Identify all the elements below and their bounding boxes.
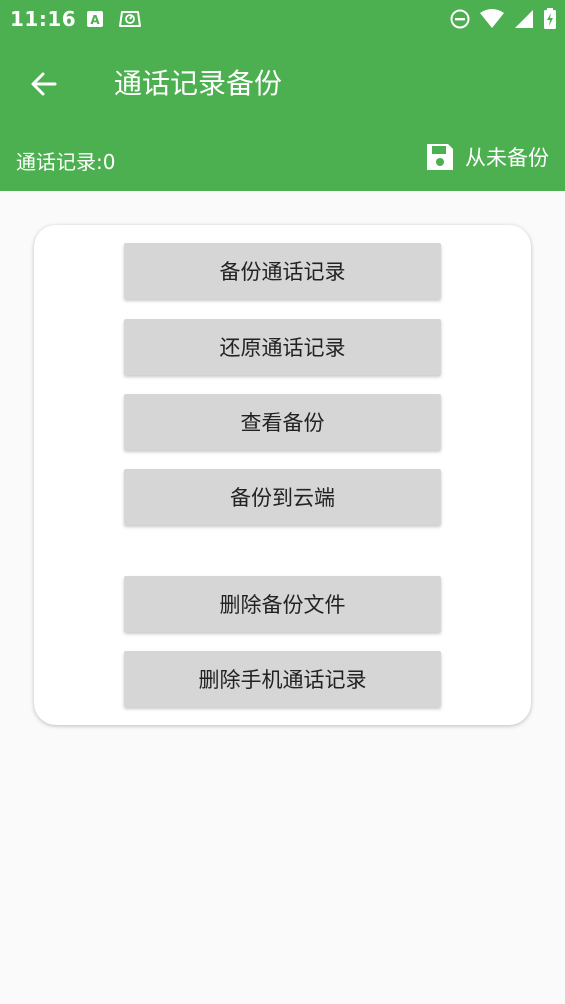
backup-status-text: 从未备份 — [465, 146, 549, 170]
app-bar: 通话记录备份 — [0, 38, 565, 126]
view-backup-button[interactable]: 查看备份 — [124, 394, 441, 450]
status-bar: 11:16 A — [0, 0, 565, 38]
battery-icon — [543, 8, 557, 34]
status-time: 11:16 — [10, 7, 77, 31]
speed-meter-icon — [118, 8, 142, 34]
backup-to-cloud-button[interactable]: 备份到云端 — [124, 469, 441, 525]
backup-status: 从未备份 — [425, 142, 549, 172]
restore-call-log-button[interactable]: 还原通话记录 — [124, 319, 441, 375]
info-bar: 通话记录:0 从未备份 — [0, 126, 565, 191]
back-button[interactable] — [24, 64, 64, 104]
status-left-icons: A — [86, 8, 142, 34]
arrow-back-icon — [31, 72, 57, 96]
wifi-icon — [479, 8, 505, 34]
record-count: 通话记录:0 — [16, 150, 116, 174]
actions-card: 备份通话记录 还原通话记录 查看备份 备份到云端 删除备份文件 删除手机通话记录 — [34, 225, 531, 725]
backup-call-log-button[interactable]: 备份通话记录 — [124, 243, 441, 299]
page-title: 通话记录备份 — [114, 67, 283, 100]
delete-phone-call-log-button[interactable]: 删除手机通话记录 — [124, 651, 441, 707]
status-right-icons — [449, 8, 557, 34]
do-not-disturb-icon — [449, 8, 471, 34]
save-icon — [427, 144, 453, 170]
delete-backup-file-button[interactable]: 删除备份文件 — [124, 576, 441, 632]
a-notification-icon: A — [86, 10, 104, 32]
cell-signal-icon — [513, 8, 535, 34]
svg-text:A: A — [90, 13, 100, 27]
